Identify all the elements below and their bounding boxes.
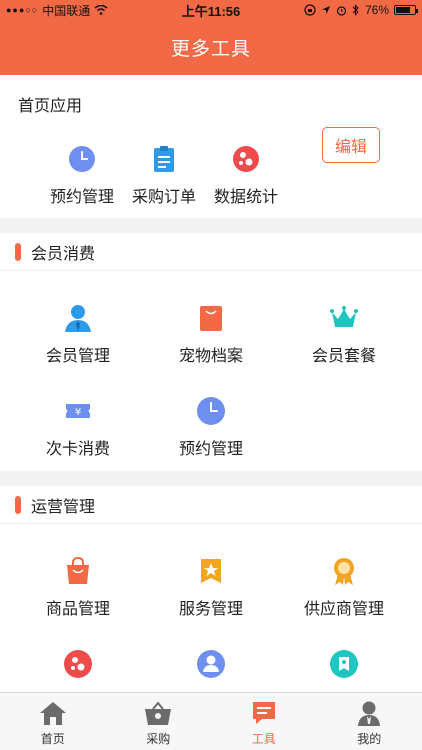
home-icon [39, 700, 67, 726]
clipboard-icon [150, 145, 178, 173]
tab-purchase[interactable]: 采购 [106, 693, 212, 750]
clock-icon [196, 396, 226, 426]
home-app-label: 采购订单 [131, 189, 196, 206]
member-section-header: 会员消费 [0, 233, 422, 271]
grid-item-supplier-manage[interactable]: 供应商管理 [274, 556, 414, 619]
battery-fill [396, 7, 410, 13]
tab-label: 首页 [40, 732, 65, 746]
pet-file-icon [196, 303, 226, 333]
alarm-icon [336, 5, 347, 16]
yen-ticket-icon: ¥ [63, 396, 93, 426]
battery-percent: 76% [364, 3, 389, 17]
carrier-label: 中国联通 [42, 3, 91, 18]
chart-dots-icon [63, 649, 93, 679]
basket-icon [144, 700, 172, 726]
grid-item-label: 预约管理 [178, 441, 243, 458]
home-app-appointment[interactable]: 预约管理 [42, 145, 122, 207]
svg-text:¥: ¥ [75, 407, 81, 418]
page-title: 更多工具 [170, 39, 251, 60]
rotation-lock-icon [304, 4, 316, 16]
grid-item-label: 会员套餐 [311, 348, 376, 365]
brand-icon [329, 649, 359, 679]
tab-label: 我的 [357, 732, 382, 746]
tab-label: 工具 [251, 732, 276, 746]
ops-section-header: 运营管理 [0, 486, 422, 524]
signal-icon: ●●●○○ [6, 5, 39, 15]
ops-section: 运营管理 商品管理 服务管理 供应商管理 数据统计 员工管理 品牌管理 [0, 486, 422, 706]
crown-icon [329, 303, 359, 333]
bluetooth-icon [352, 4, 360, 16]
location-icon [321, 5, 331, 15]
staff-icon [196, 649, 226, 679]
grid-item-label: 供应商管理 [303, 601, 384, 618]
home-app-data-stats[interactable]: 数据统计 [206, 145, 286, 207]
home-app-label: 数据统计 [213, 189, 278, 206]
profile-icon [355, 700, 383, 726]
wifi-icon [94, 5, 108, 15]
grid-item-label: 次卡消费 [45, 441, 110, 458]
grid-item-card-consume[interactable]: ¥ 次卡消费 [8, 396, 148, 459]
tab-home[interactable]: 首页 [0, 693, 106, 750]
grid-item-goods-manage[interactable]: 商品管理 [8, 556, 148, 619]
ops-section-title: 运营管理 [31, 498, 96, 516]
chart-dots-icon [232, 145, 260, 173]
clock-icon [68, 145, 96, 173]
section-accent-bar [15, 495, 21, 514]
home-app-purchase-order[interactable]: 采购订单 [124, 145, 204, 207]
home-apps-title: 首页应用 [18, 98, 83, 115]
edit-button[interactable]: 编辑 [322, 127, 380, 163]
grid-item-member-package[interactable]: 会员套餐 [274, 303, 414, 366]
member-person-icon [63, 303, 93, 333]
nav-bar: 更多工具 [0, 20, 422, 75]
grid-item-label: 会员管理 [45, 348, 110, 365]
member-section-title: 会员消费 [31, 245, 96, 263]
tools-message-icon [250, 700, 278, 726]
grid-item-pet-file[interactable]: 宠物档案 [141, 303, 281, 366]
tab-mine[interactable]: 我的 [317, 693, 422, 750]
grid-item-label: 宠物档案 [178, 348, 243, 365]
tab-bar: 首页 采购 工具 我的 [0, 692, 422, 750]
grid-item-member-manage[interactable]: 会员管理 [8, 303, 148, 366]
tab-label: 采购 [146, 732, 171, 746]
grid-item-label: 服务管理 [178, 601, 243, 618]
home-app-label: 预约管理 [49, 189, 114, 206]
home-apps-section: 首页应用 编辑 预约管理 采购订单 数据统计 [0, 75, 422, 218]
grid-item-service-manage[interactable]: 服务管理 [141, 556, 281, 619]
star-badge-icon [196, 556, 226, 586]
tab-tools[interactable]: 工具 [211, 693, 317, 750]
battery-icon [394, 5, 418, 15]
section-accent-bar [15, 242, 21, 261]
member-section: 会员消费 会员管理 宠物档案 会员套餐 ¥ 次卡消费 预约管理 [0, 233, 422, 471]
grid-item-label: 商品管理 [45, 601, 110, 618]
grid-item-appointment[interactable]: 预约管理 [141, 396, 281, 459]
shopping-bag-icon [63, 556, 93, 586]
status-bar: ●●●○○ 中国联通 上午11:56 76% [0, 0, 422, 20]
medal-icon [329, 556, 359, 586]
